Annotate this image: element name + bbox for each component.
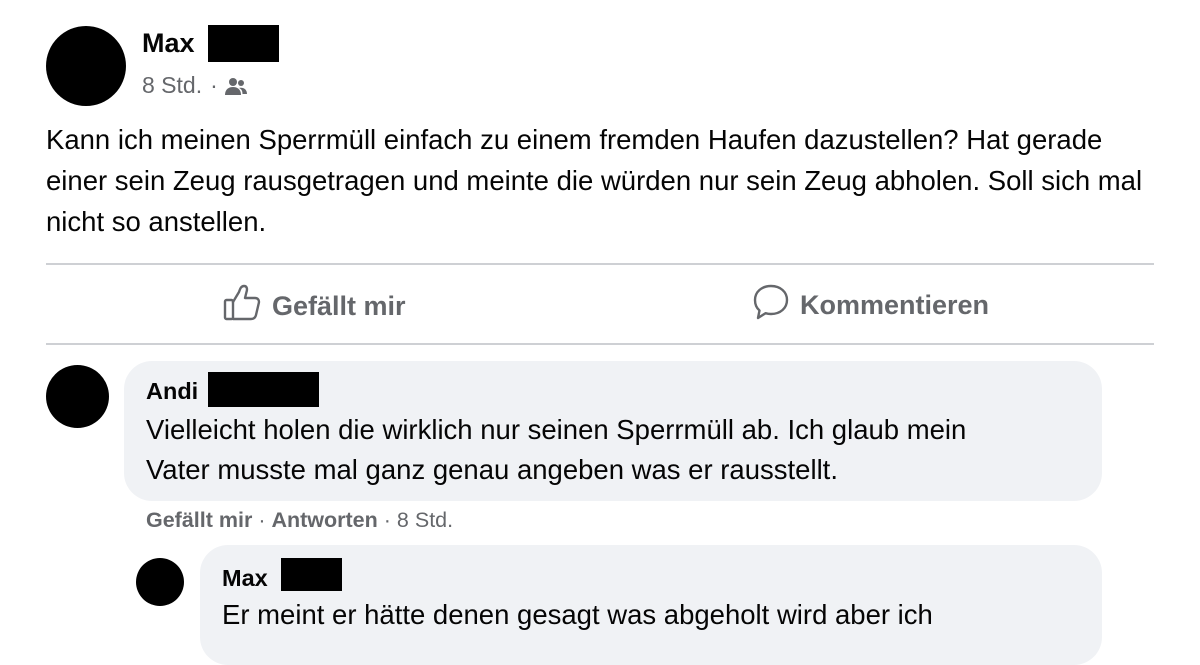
post-author-name[interactable]: Max: [142, 28, 195, 59]
like-button[interactable]: Gefällt mir: [222, 283, 406, 330]
comment-text-line: Vielleicht holen die wirklich nur seinen…: [146, 414, 967, 445]
comment-timestamp[interactable]: 8 Std.: [397, 508, 453, 532]
redaction-bar: [281, 558, 342, 591]
reply-text: Er meint er hätte denen gesagt was abgeh…: [222, 599, 933, 630]
divider: [46, 263, 1154, 265]
like-label: Gefällt mir: [272, 291, 406, 321]
redaction-bar: [208, 25, 279, 62]
friends-icon[interactable]: [224, 76, 248, 96]
comment-author-avatar[interactable]: [46, 365, 109, 428]
post-author-avatar[interactable]: [46, 26, 126, 106]
post-text: Kann ich meinen Sperrmüll einfach zu ein…: [46, 124, 1143, 237]
post-timestamp[interactable]: 8 Std.: [142, 72, 202, 99]
comment-reply-link[interactable]: Antworten: [271, 508, 377, 532]
meta-separator: ·: [210, 72, 218, 98]
comment-like-link[interactable]: Gefällt mir: [146, 508, 252, 532]
meta-separator: ·: [383, 508, 391, 532]
comment-button[interactable]: Kommentieren: [752, 283, 989, 328]
comment-text-line: Vater musste mal ganz genau angeben was …: [146, 454, 838, 485]
speech-bubble-icon: [752, 283, 790, 328]
reply-author-name[interactable]: Max: [222, 565, 268, 592]
post-meta: 8 Std. ·: [142, 72, 248, 99]
divider: [46, 343, 1154, 345]
comment-text: Vielleicht holen die wirklich nur seinen…: [146, 410, 1086, 490]
thumbs-up-icon: [222, 283, 262, 330]
comment-author-name[interactable]: Andi: [146, 378, 198, 405]
comment-actions: Gefällt mir · Antworten · 8 Std.: [146, 508, 453, 533]
reply-author-avatar[interactable]: [136, 558, 184, 606]
meta-separator: ·: [258, 508, 266, 532]
comment-label: Kommentieren: [800, 290, 990, 320]
redaction-bar: [208, 372, 319, 407]
